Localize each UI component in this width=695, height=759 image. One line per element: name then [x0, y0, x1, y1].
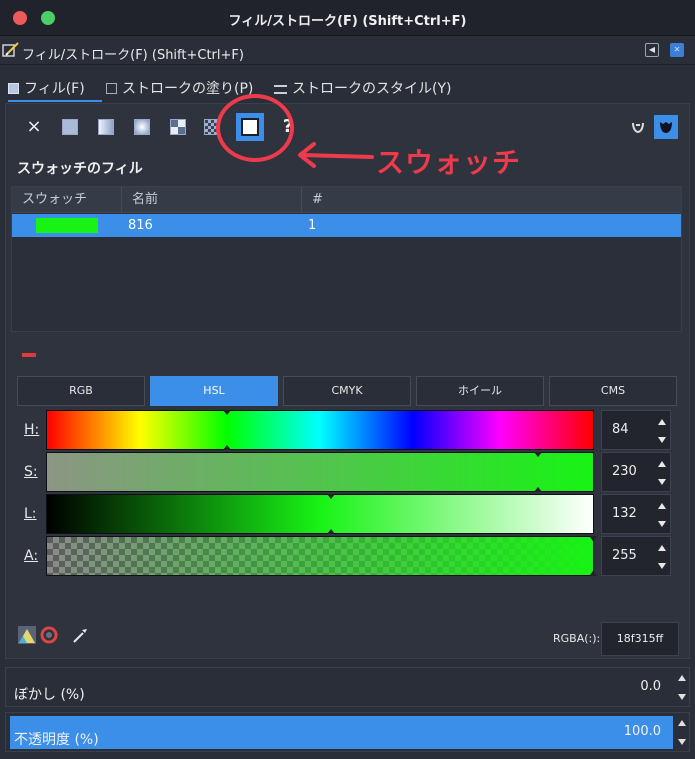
lightness-spinbox[interactable]: 132 — [601, 494, 671, 534]
alpha-marker-top — [589, 536, 597, 541]
fill-rule-evenodd-icon — [632, 122, 644, 134]
out-of-gamut-icon[interactable] — [39, 625, 59, 645]
tab-rgb[interactable]: RGB — [17, 376, 145, 406]
saturation-marker-top — [534, 452, 542, 457]
tab-stroke-style[interactable]: ストロークのスタイル(Y) — [274, 78, 451, 102]
lightness-marker-bottom — [327, 529, 335, 534]
flat-color-icon — [62, 119, 78, 135]
dock-title: フィル/ストローク(F) (Shift+Ctrl+F) — [22, 48, 244, 63]
tab-stroke-paint-label: ストロークの塗り(P) — [122, 81, 254, 97]
dock-header: フィル/ストローク(F) (Shift+Ctrl+F) ◀ ✕ — [0, 37, 695, 65]
dock-collapse-icon[interactable]: ◀ — [645, 43, 659, 57]
tab-wheel[interactable]: ホイール — [416, 376, 544, 406]
fill-stroke-icon — [2, 42, 19, 57]
tab-stroke-paint[interactable]: ストロークの塗り(P) — [106, 78, 253, 102]
tab-fill[interactable]: フィル(F) — [8, 78, 102, 102]
saturation-label: S: — [24, 464, 38, 480]
alpha-label: A: — [24, 548, 39, 564]
linear-gradient-icon — [98, 119, 114, 135]
color-indicator — [22, 353, 36, 357]
opacity-decrement-icon[interactable] — [678, 739, 686, 745]
saturation-marker-bottom — [534, 487, 542, 492]
swatch-list-header: スウォッチ 名前 # — [12, 187, 681, 213]
title-bar: フィル/ストローク(F) (Shift+Ctrl+F) — [0, 0, 695, 36]
alpha-slider[interactable] — [46, 536, 597, 576]
color-picker-icon[interactable] — [70, 625, 90, 645]
saturation-spinbox[interactable]: 230 — [601, 452, 671, 492]
tab-cmyk[interactable]: CMYK — [283, 376, 411, 406]
alpha-marker-bottom — [589, 571, 597, 576]
blur-decrement-icon[interactable] — [678, 694, 686, 700]
alpha-value: 255 — [612, 548, 637, 563]
hue-marker-top — [223, 410, 231, 415]
swatch-color-chip — [35, 217, 99, 234]
lightness-label: L: — [24, 506, 37, 522]
hue-increment-icon[interactable] — [658, 419, 666, 425]
mesh-gradient-icon — [170, 119, 186, 135]
lightness-decrement-icon[interactable] — [658, 521, 666, 527]
window-title: フィル/ストローク(F) (Shift+Ctrl+F) — [228, 14, 467, 29]
linear-gradient-button[interactable] — [94, 115, 118, 139]
alpha-increment-icon[interactable] — [658, 545, 666, 551]
lightness-slider[interactable] — [46, 494, 594, 534]
alpha-spinbox[interactable]: 255 — [601, 536, 671, 576]
blur-slider[interactable]: ぼかし (%) 0.0 — [5, 667, 690, 707]
fill-stroke-tabs: フィル(F) ストロークの塗り(P) ストロークのスタイル(Y) — [0, 72, 695, 102]
blur-label: ぼかし (%) — [14, 687, 85, 703]
color-managed-icon[interactable] — [17, 625, 37, 645]
rgba-label: RGBA(:): — [553, 632, 601, 645]
stroke-paint-tab-icon — [106, 83, 117, 94]
flat-color-button[interactable] — [58, 115, 82, 139]
annotation-text: スウォッチ — [376, 146, 522, 179]
swatch-list: スウォッチ 名前 # 816 1 — [11, 186, 682, 332]
radial-gradient-icon — [134, 119, 150, 135]
blur-value: 0.0 — [640, 679, 661, 694]
opacity-increment-icon[interactable] — [678, 720, 686, 726]
opacity-slider-fill — [10, 716, 673, 749]
fill-rule-nonzero-icon — [660, 122, 672, 133]
hue-value: 84 — [612, 422, 629, 437]
section-title: スウォッチのフィル — [17, 161, 143, 177]
fill-rule-evenodd-button[interactable] — [626, 115, 650, 139]
saturation-increment-icon[interactable] — [658, 461, 666, 467]
swatch-count: 1 — [308, 218, 317, 233]
lightness-increment-icon[interactable] — [658, 503, 666, 509]
fill-tab-icon — [8, 83, 19, 94]
opacity-value: 100.0 — [623, 724, 661, 739]
swatch-name: 816 — [128, 218, 153, 233]
fill-rule-nonzero-button[interactable] — [654, 115, 678, 139]
alpha-decrement-icon[interactable] — [658, 563, 666, 569]
hue-slider[interactable] — [46, 410, 594, 450]
tab-fill-label: フィル(F) — [24, 81, 85, 97]
hue-spinbox[interactable]: 84 — [601, 410, 671, 450]
annotation-circle — [216, 94, 294, 162]
saturation-decrement-icon[interactable] — [658, 479, 666, 485]
annotation-arrow-icon — [298, 142, 374, 168]
lightness-marker-top — [327, 494, 335, 499]
table-row[interactable]: 816 1 — [12, 214, 681, 237]
tab-stroke-style-label: ストロークのスタイル(Y) — [292, 81, 452, 97]
tab-cms[interactable]: CMS — [549, 376, 677, 406]
radial-gradient-button[interactable] — [130, 115, 154, 139]
hue-label: H: — [24, 422, 40, 438]
mesh-gradient-button[interactable] — [166, 115, 190, 139]
opacity-label: 不透明度 (%) — [14, 732, 99, 748]
saturation-value: 230 — [612, 464, 637, 479]
stroke-style-tab-icon — [274, 85, 287, 94]
saturation-slider[interactable] — [46, 452, 594, 492]
tab-hsl[interactable]: HSL — [150, 376, 278, 406]
blur-increment-icon[interactable] — [678, 675, 686, 681]
hue-marker-bottom — [223, 445, 231, 450]
no-paint-button[interactable]: × — [22, 115, 46, 139]
opacity-slider[interactable]: 不透明度 (%) 100.0 — [5, 712, 690, 752]
column-header-swatch[interactable]: スウォッチ — [12, 187, 122, 213]
lightness-value: 132 — [612, 506, 637, 521]
dock-close-icon[interactable]: ✕ — [670, 43, 684, 57]
column-header-count[interactable]: # — [302, 187, 681, 213]
rgba-input[interactable]: 18f315ff — [601, 622, 679, 656]
column-header-name[interactable]: 名前 — [122, 187, 302, 213]
hue-decrement-icon[interactable] — [658, 437, 666, 443]
